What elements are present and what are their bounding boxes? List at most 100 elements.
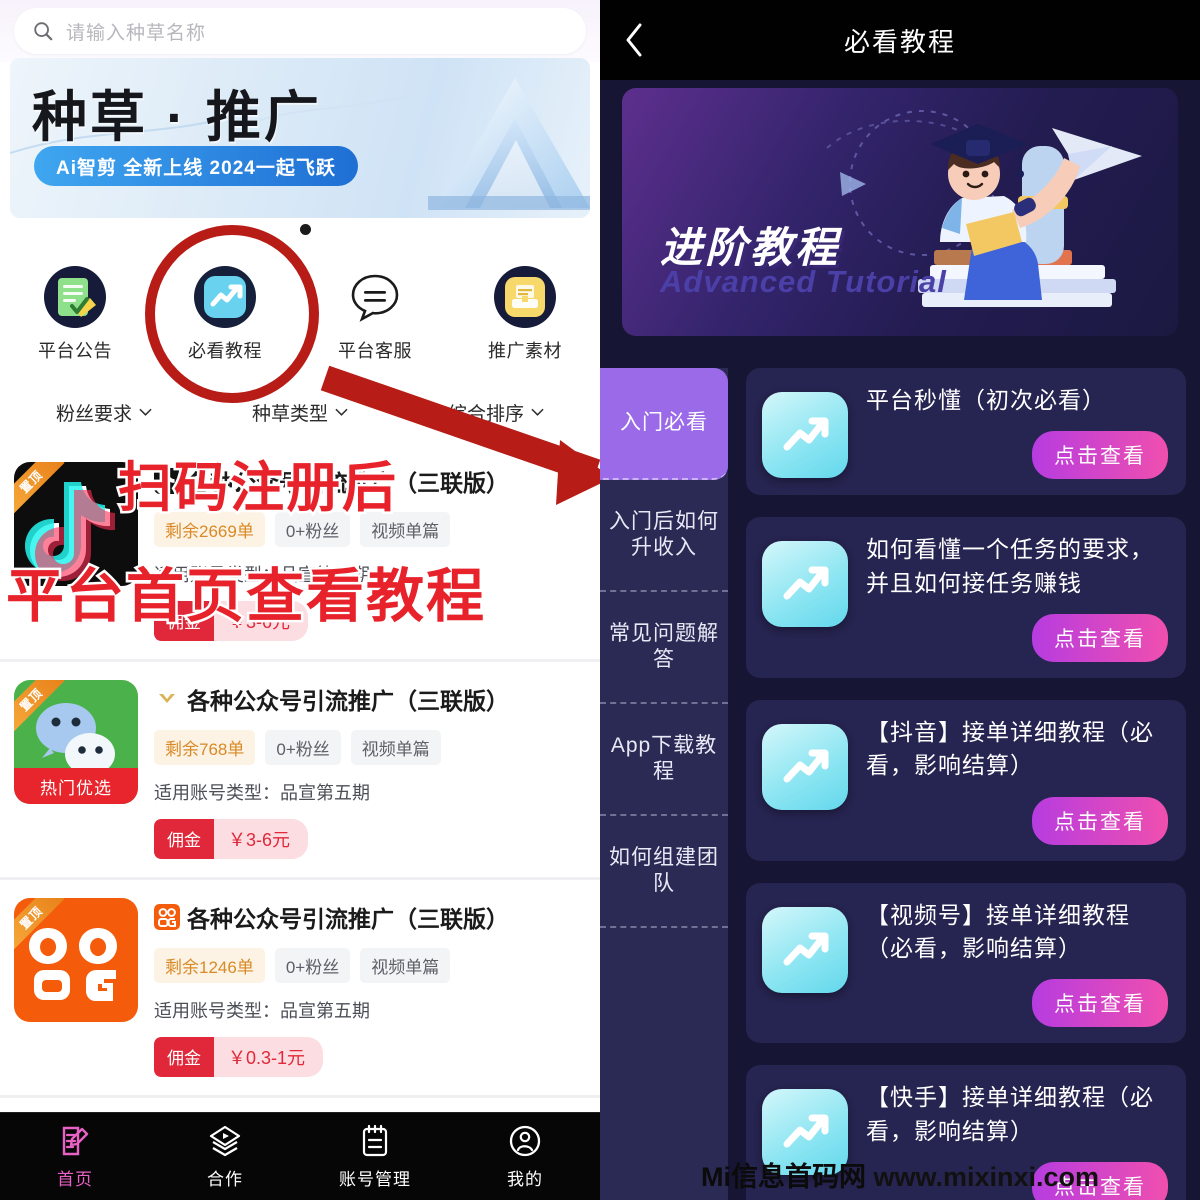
view-button[interactable]: 点击查看: [1032, 614, 1168, 663]
search-input[interactable]: 请输入种草名称: [14, 8, 586, 54]
quick-entry-announcement[interactable]: 平台公告: [0, 266, 150, 376]
commission-label: 佣金: [154, 819, 214, 859]
tab-mine[interactable]: 我的: [450, 1124, 600, 1190]
chevron-down-icon: [531, 408, 544, 416]
home-banner[interactable]: 种草 · 推广 Ai智剪 全新上线 2024一起飞跃: [10, 58, 590, 218]
back-button[interactable]: [600, 0, 670, 80]
tag-type: 视频单篇: [360, 512, 451, 547]
task-tags: 剩余2669单 0+粉丝 视频单篇: [154, 512, 586, 547]
filter-label: 粉丝要求: [55, 403, 132, 425]
tutorial-category-sidebar: 入门必看 入门后如何升收入 常见问题解答 App下载教程 如何组建团队: [600, 368, 728, 1200]
task-title: 各种公众号引流推广（三联版）: [187, 906, 509, 932]
tab-label: 首页: [57, 1169, 93, 1189]
filter-planting-type[interactable]: 种草类型: [202, 399, 398, 426]
banner-page-dot[interactable]: [300, 224, 311, 235]
douyin-icon: [154, 468, 180, 494]
tutorial-button-row: 点击查看: [866, 783, 1168, 845]
tutorial-trending-icon: [762, 906, 848, 993]
quick-entry-label: 必看教程: [188, 341, 262, 361]
sidebar-item-faq[interactable]: 常见问题解答: [600, 592, 728, 704]
task-title: 各种公众号引流推广（三联版）: [187, 470, 509, 496]
clipboard-icon: [362, 1124, 388, 1156]
customer-service-icon: [344, 266, 406, 328]
tutorial-banner-subtitle: Advanced Tutorial: [660, 264, 947, 299]
task-thumbnail: 置顶 热门优选: [14, 680, 138, 804]
tab-cooperation[interactable]: 合作: [150, 1124, 300, 1190]
quick-entry-label: 平台公告: [38, 341, 112, 361]
task-meta: 适用账号类型：品宣第五期: [154, 1001, 370, 1021]
tag-type: 视频单篇: [350, 730, 441, 765]
search-bar-container: 请输入种草名称: [0, 0, 600, 62]
task-body: 各种公众号引流推广（三联版） 剩余2669单 0+粉丝 视频单篇 适用账号类型：…: [154, 462, 586, 659]
list-item[interactable]: 【视频号】接单详细教程（必看，影响结算） 点击查看: [746, 882, 1186, 1044]
list-item[interactable]: 【抖音】接单详细教程（必看，影响结算） 点击查看: [746, 700, 1186, 861]
wechat-channel-icon: [154, 686, 180, 712]
watermark-brand: Mi信息首码网: [700, 1162, 866, 1192]
tab-account-management[interactable]: 账号管理: [300, 1124, 450, 1190]
left-app-home-panel: 请输入种草名称 种草 · 推广 Ai智剪 全新上线 2024一起飞跃 平台公告 …: [0, 0, 600, 1200]
commission-value: ￥3-6元: [214, 601, 309, 641]
sidebar-item-app-download[interactable]: App下载教程: [600, 704, 728, 816]
tag-fans: 0+粉丝: [274, 948, 351, 983]
table-row[interactable]: 置顶 热门优选 各种公众号引流推广（三联版） 剩余768单 0+粉丝 视频单篇 …: [0, 662, 600, 880]
tutorial-header: 必看教程: [600, 0, 1200, 80]
view-button[interactable]: 点击查看: [1032, 796, 1168, 845]
tutorial-card-body: 【抖音】接单详细教程（必看，影响结算） 点击查看: [866, 716, 1168, 845]
tutorial-card-body: 【视频号】接单详细教程（必看，影响结算） 点击查看: [866, 899, 1168, 1028]
sidebar-item-beginner[interactable]: 入门必看: [600, 368, 728, 480]
tag-type: 视频单篇: [360, 948, 451, 983]
search-icon: [34, 22, 53, 41]
tab-label: 合作: [207, 1169, 243, 1189]
tutorial-card-body: 如何看懂一个任务的要求，并且如何接任务赚钱 点击查看: [866, 533, 1168, 663]
tutorial-card-body: 平台秒懂（初次必看） 点击查看: [866, 384, 1168, 480]
quick-entry-tutorial[interactable]: 必看教程: [150, 266, 300, 376]
table-row[interactable]: 置顶 各种公众号引流推广（三联版） 剩余1246单 0+粉丝 视频单篇 适用账号…: [0, 880, 600, 1098]
view-button[interactable]: 点击查看: [1032, 431, 1168, 480]
tutorial-banner: 进阶教程 Advanced Tutorial: [622, 88, 1178, 336]
task-body: 各种公众号引流推广（三联版） 剩余768单 0+粉丝 视频单篇 适用账号类型：品…: [154, 680, 586, 877]
tutorial-title: 平台秒懂（初次必看）: [866, 387, 1106, 413]
commission-value: ￥0.3-1元: [214, 1037, 324, 1077]
quick-entry-customer-service[interactable]: 平台客服: [300, 266, 450, 376]
tutorial-trending-icon: [762, 541, 848, 628]
sidebar-item-increase-income[interactable]: 入门后如何升收入: [600, 480, 728, 592]
list-item[interactable]: 平台秒懂（初次必看） 点击查看: [746, 368, 1186, 496]
filter-fans-requirement[interactable]: 粉丝要求: [6, 399, 202, 426]
tab-home[interactable]: 首页: [0, 1124, 150, 1190]
task-meta: 适用账号类型：品宣第五期: [154, 783, 370, 803]
chevron-left-icon: [626, 23, 642, 57]
user-circle-icon: [509, 1125, 541, 1156]
layers-icon: [209, 1125, 241, 1156]
tutorial-card-list: 平台秒懂（初次必看） 点击查看 如何看懂一个任务的要求，并且如何接任务赚钱 点击…: [746, 368, 1186, 1200]
task-title-row: 各种公众号引流推广（三联版）: [154, 682, 586, 716]
watermark-url: www.mixinxi.com: [873, 1162, 1100, 1192]
view-button[interactable]: 点击查看: [1032, 979, 1168, 1028]
quick-entry-row: 平台公告 必看教程 平台客服 推广素材: [0, 266, 600, 376]
tutorial-title: 【快手】接单详细教程（必看，影响结算）: [866, 1084, 1154, 1144]
tag-remaining: 剩余2669单: [154, 512, 265, 547]
sidebar-item-build-team[interactable]: 如何组建团队: [600, 816, 728, 928]
filter-comprehensive-sort[interactable]: 综合排序: [398, 399, 594, 426]
filter-label: 综合排序: [447, 403, 524, 425]
task-tags: 剩余1246单 0+粉丝 视频单篇: [154, 948, 586, 983]
commission-value: ￥3-6元: [214, 819, 309, 859]
tag-remaining: 剩余1246单: [154, 948, 265, 983]
chevron-down-icon: [139, 408, 152, 416]
promo-material-icon: [494, 266, 556, 328]
tutorial-button-row: 点击查看: [866, 600, 1168, 663]
bottom-tab-bar: 首页 合作 账号管理 我的: [0, 1112, 600, 1200]
quick-entry-promo-material[interactable]: 推广素材: [450, 266, 600, 376]
table-row[interactable]: 置顶 各种公众号引流推广（三联版） 剩余2669单 0+粉丝 视频单篇 适用账号…: [0, 444, 600, 662]
commission-badge: 佣金 ￥3-6元: [154, 601, 309, 641]
announcement-icon: [44, 266, 106, 328]
task-meta: 适用账号类型：品宣第五期: [154, 565, 370, 585]
tutorial-title: 如何看懂一个任务的要求，并且如何接任务赚钱: [866, 536, 1154, 596]
tag-fans: 0+粉丝: [274, 512, 351, 547]
task-thumbnail: 置顶: [14, 898, 138, 1022]
task-tags: 剩余768单 0+粉丝 视频单篇: [154, 730, 586, 765]
banner-title: 种草 · 推广: [32, 86, 322, 148]
watermark: Mi信息首码网 www.mixinxi.com: [600, 1155, 1200, 1194]
commission-badge: 佣金 ￥3-6元: [154, 819, 309, 859]
commission-badge: 佣金 ￥0.3-1元: [154, 1037, 324, 1077]
list-item[interactable]: 如何看懂一个任务的要求，并且如何接任务赚钱 点击查看: [746, 517, 1186, 679]
